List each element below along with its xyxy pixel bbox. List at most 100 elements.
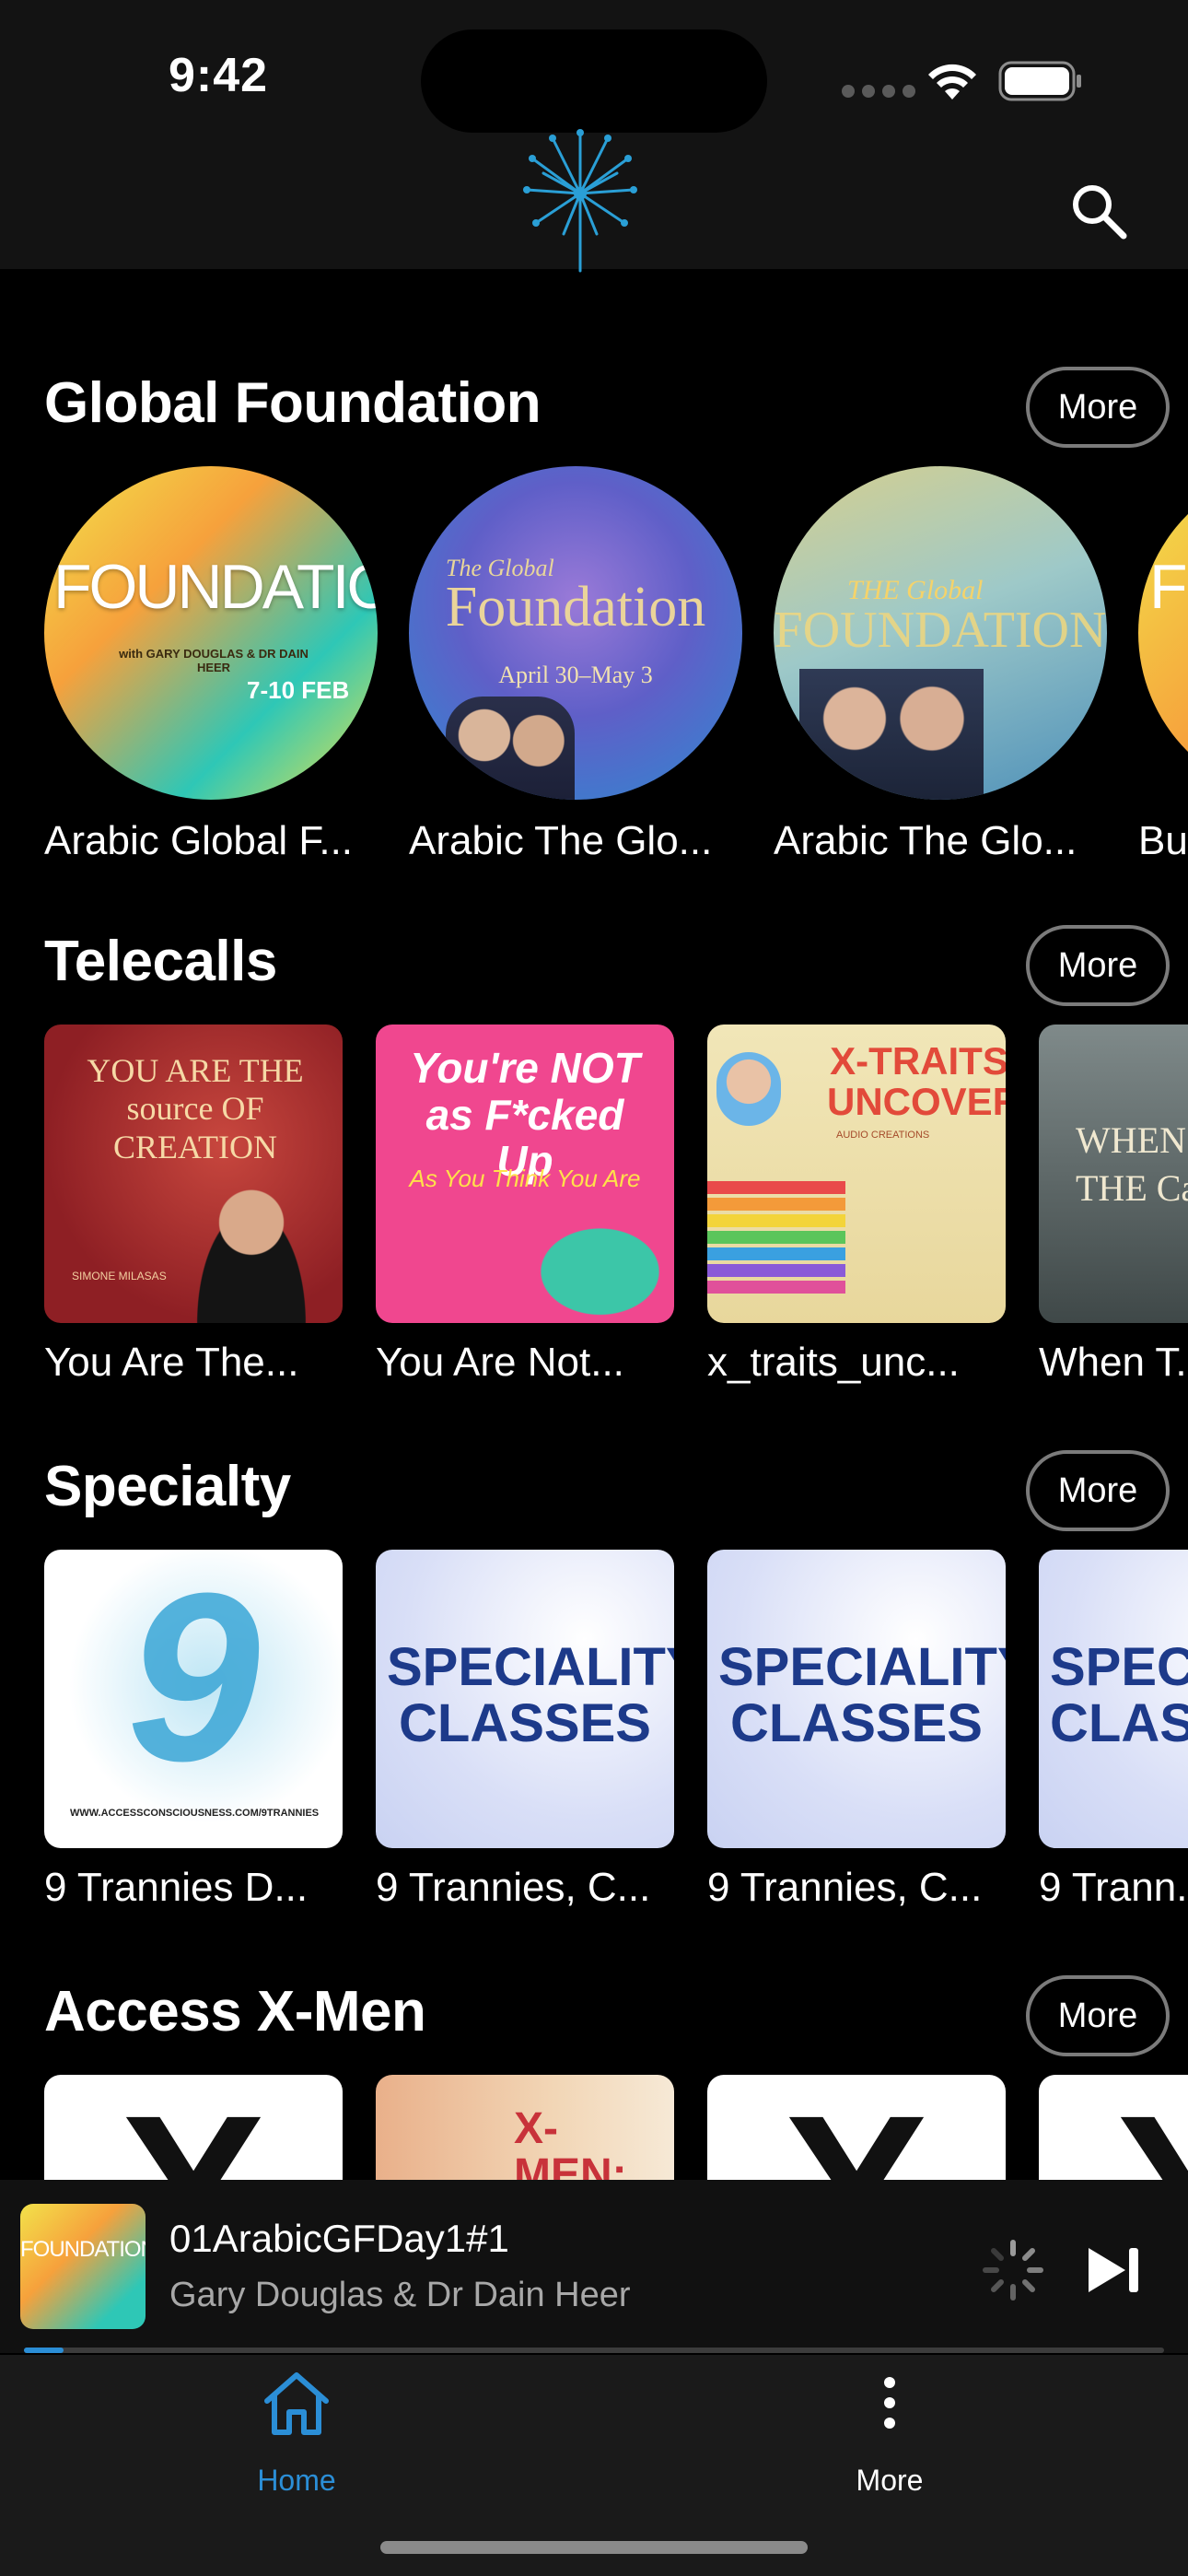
item-caption: When T... (1039, 1340, 1188, 1385)
tab-label: Home (257, 2464, 336, 2497)
carousel-item[interactable]: The Global Foundation April 30–May 3 Ara… (409, 466, 742, 863)
more-button[interactable]: More (1026, 1450, 1170, 1531)
presenters-photo (799, 669, 984, 800)
item-artwork: X-MEN: CREATING THE (376, 2075, 674, 2180)
section-title: Telecalls (44, 930, 277, 993)
more-button[interactable]: More (1026, 367, 1170, 448)
search-icon[interactable] (1068, 181, 1129, 241)
carousel-row: X X-MEN: CREATING THE X X (0, 2075, 1188, 2180)
carousel-item[interactable]: SPECIALITY CLASSES 9 Trannies, C... (707, 1550, 1006, 1910)
more-button[interactable]: More (1026, 1975, 1170, 2056)
artwork-script-text: with GARY DOUGLAS & DR DAIN HEER (119, 647, 309, 674)
item-caption: Arabic Global F... (44, 818, 354, 863)
more-button[interactable]: More (1026, 925, 1170, 1006)
artwork-title: X-TRAITS UNCOVERED (827, 1039, 1006, 1124)
carousel-item[interactable]: You're NOT as F*cked Up As You Think You… (376, 1025, 674, 1385)
item-caption: Bu... (1138, 818, 1188, 863)
chameleon-image (514, 1209, 670, 1323)
status-time: 9:42 (169, 49, 269, 102)
section-specialty: Specialty More 9 WWW.ACCESSCONSCIOUSNESS… (0, 1450, 1188, 1933)
item-artwork: The Global Foundation April 30–May 3 (409, 466, 742, 800)
presenter-photo (716, 1052, 781, 1126)
section-telecalls: Telecalls More YOU ARE THE source OF CRE… (0, 925, 1188, 1411)
artwork-date: April 30–May 3 (498, 662, 653, 688)
now-playing-artist: Gary Douglas & Dr Dain Heer (169, 2276, 631, 2314)
cellular-signal-icon (842, 85, 915, 98)
tab-label: More (856, 2464, 924, 2497)
carousel-item[interactable]: YOU ARE THE source OF CREATION SIMONE MI… (44, 1025, 343, 1385)
item-artwork: X (1039, 2075, 1188, 2180)
carousel-item[interactable]: F Bu... (1138, 466, 1188, 863)
item-caption: 9 Trannies, C... (376, 1865, 651, 1910)
artwork-title: F (1149, 552, 1188, 622)
artwork-title: Foundation (445, 576, 706, 638)
skip-next-icon[interactable] (1085, 2244, 1142, 2296)
mini-player[interactable]: FOUNDATION 01ArabicGFDay1#1 Gary Douglas… (0, 2180, 1188, 2353)
carousel-item[interactable]: SPECI CLAS 9 Trann... (1039, 1550, 1188, 1910)
item-artwork: You're NOT as F*cked Up As You Think You… (376, 1025, 674, 1323)
artwork-title: YOU ARE THE source OF CREATION (87, 1052, 304, 1165)
top-bar: 9:42 (0, 0, 1188, 273)
item-artwork: WHEN THE Cal (1039, 1025, 1188, 1323)
carousel-item[interactable]: WHEN THE Cal When T... (1039, 1025, 1188, 1385)
artwork-date: 7-10 FEB (247, 676, 350, 704)
wifi-icon (928, 64, 976, 100)
item-caption: x_traits_unc... (707, 1340, 960, 1385)
carousel-item[interactable]: SPECIALITY CLASSES 9 Trannies, C... (376, 1550, 674, 1910)
carousel-item[interactable]: X (707, 2075, 1006, 2180)
item-caption: Arabic The Glo... (774, 818, 1077, 863)
carousel-item[interactable]: X (44, 2075, 343, 2180)
carousel-item[interactable]: with GARY DOUGLAS & DR DAIN HEER FOUNDAT… (44, 466, 378, 863)
artwork-title: 9 (126, 1550, 261, 1811)
artwork-title: SPECI CLAS (1050, 1637, 1188, 1753)
item-artwork: SPECIALITY CLASSES (707, 1550, 1006, 1848)
carousel-item[interactable]: X-TRAITS UNCOVERED AUDIO CREATIONS x_tra… (707, 1025, 1006, 1385)
carousel-item[interactable]: X-MEN: CREATING THE (376, 2075, 674, 2180)
item-caption: 9 Trannies D... (44, 1865, 309, 1910)
artwork-title: FOUNDATION (53, 552, 378, 622)
artwork-subtitle: SIMONE MILASAS (72, 1270, 167, 1282)
playback-progress-bar[interactable] (24, 2348, 1164, 2353)
item-artwork: X (707, 2075, 1006, 2180)
item-artwork: X-TRAITS UNCOVERED AUDIO CREATIONS (707, 1025, 1006, 1323)
artwork-title: SPECIALITY CLASSES (387, 1637, 674, 1753)
item-caption: 9 Trann... (1039, 1865, 1188, 1910)
artwork-subtitle: AUDIO CREATIONS (836, 1130, 930, 1141)
carousel-item[interactable]: 9 WWW.ACCESSCONSCIOUSNESS.COM/9TRANNIES … (44, 1550, 343, 1910)
artwork-title: X (1039, 2075, 1188, 2180)
section-global-foundation: Global Foundation More with GARY DOUGLAS… (0, 367, 1188, 868)
section-title: Access X-Men (44, 1980, 426, 2043)
carousel-item[interactable]: THE Global FOUNDATION Arabic The Glo... (774, 466, 1107, 863)
artwork-title: FOUNDATION (774, 602, 1107, 659)
loading-spinner-icon (983, 2240, 1043, 2301)
dandelion-logo-icon (523, 129, 637, 273)
presenters-photo (446, 697, 575, 800)
artwork-title: SPECIALITY CLASSES (718, 1637, 1006, 1753)
item-artwork: YOU ARE THE source OF CREATION SIMONE MI… (44, 1025, 343, 1323)
more-vertical-icon (884, 2377, 895, 2429)
item-caption: You Are Not... (376, 1340, 624, 1385)
item-artwork: SPECI CLAS (1039, 1550, 1188, 1848)
artwork-subtitle: WWW.ACCESSCONSCIOUSNESS.COM/9TRANNIES (70, 1808, 320, 1819)
item-artwork: X (44, 2075, 343, 2180)
battery-icon (998, 61, 1081, 101)
home-indicator[interactable] (380, 2541, 808, 2554)
item-artwork: SPECIALITY CLASSES (376, 1550, 674, 1848)
carousel-row: with GARY DOUGLAS & DR DAIN HEER FOUNDAT… (0, 466, 1188, 872)
carousel-row: YOU ARE THE source OF CREATION SIMONE MI… (0, 1025, 1188, 1411)
section-title: Global Foundation (44, 371, 542, 435)
carousel-item[interactable]: X (1039, 2075, 1188, 2180)
item-caption: You Are The... (44, 1340, 299, 1385)
tab-home[interactable]: Home (158, 2355, 435, 2502)
home-icon (264, 2372, 329, 2435)
artwork-title: X-MEN: CREATING THE (514, 2104, 627, 2180)
tab-more[interactable]: More (751, 2355, 1028, 2502)
section-access-x-men: Access X-Men More X X-MEN: CREATING THE … (0, 1975, 1188, 2182)
carousel-row: 9 WWW.ACCESSCONSCIOUSNESS.COM/9TRANNIES … (0, 1550, 1188, 1937)
artwork-title: X (707, 2075, 1006, 2180)
now-playing-artwork: FOUNDATION (20, 2204, 146, 2329)
playback-progress-fill (24, 2348, 64, 2353)
artwork-title: X (44, 2075, 343, 2180)
item-caption: 9 Trannies, C... (707, 1865, 983, 1910)
section-title: Specialty (44, 1455, 291, 1518)
